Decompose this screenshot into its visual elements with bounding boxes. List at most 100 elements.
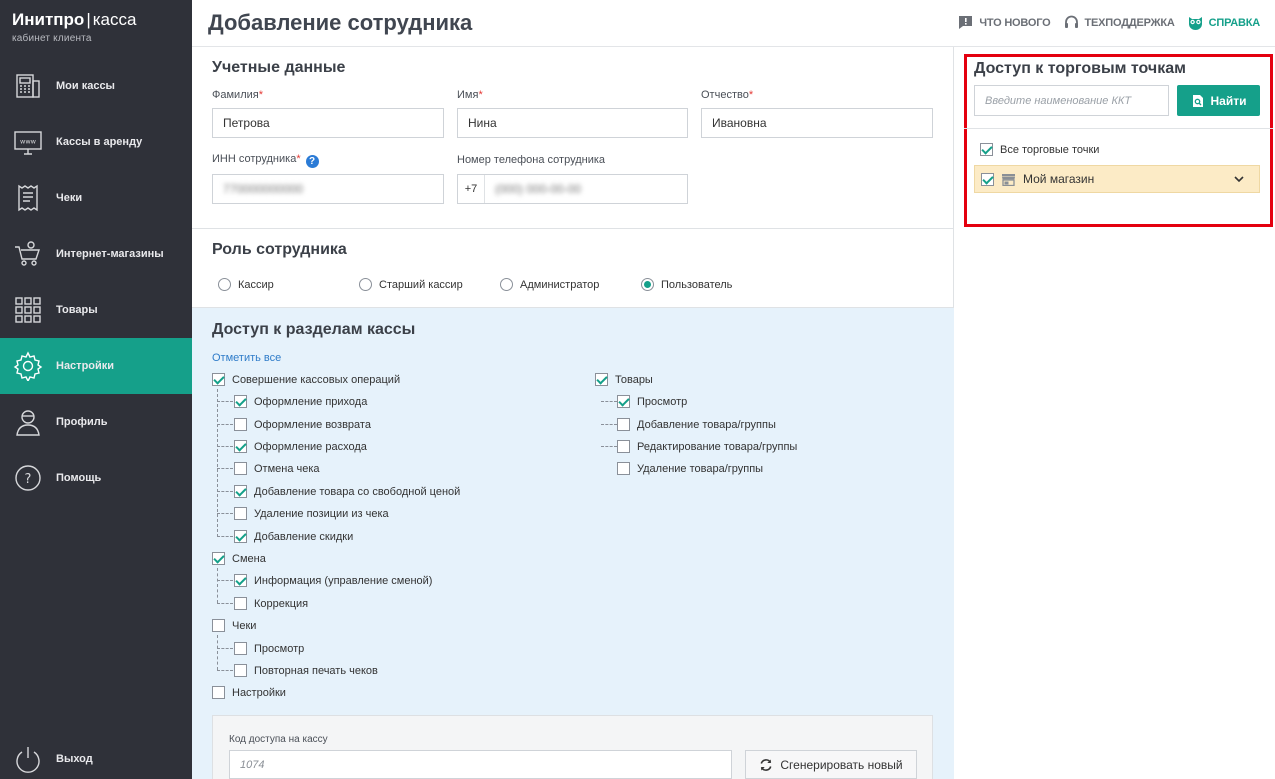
sidebar-item-label: Чеки [56, 192, 83, 204]
brand-separator: | [86, 10, 91, 29]
perm-receipts-reprint[interactable]: Повторная печать чеков [234, 664, 378, 677]
role-option-cashier[interactable]: Кассир [218, 278, 359, 291]
sidebar-item-profile[interactable]: Профиль [0, 394, 192, 450]
perm-correction[interactable]: Коррекция [234, 597, 308, 610]
sidebar-item-help[interactable]: ? Помощь [0, 450, 192, 506]
checkbox[interactable] [234, 530, 247, 543]
checkbox[interactable] [234, 462, 247, 475]
chevron-down-icon[interactable] [1233, 173, 1245, 185]
header-links: ЧТО НОВОГО ТЕХПОДДЕРЖКА СПРАВКА [957, 14, 1260, 31]
checkbox[interactable] [234, 597, 247, 610]
radio-circle[interactable] [359, 278, 372, 291]
radio-circle[interactable] [500, 278, 513, 291]
headset-icon [1064, 15, 1078, 28]
mark-all-link[interactable]: Отметить все [212, 352, 281, 364]
phone-field[interactable]: +7 (000) 000-00-00 [457, 174, 688, 204]
all-outlets-option[interactable]: Все торговые точки [980, 143, 1099, 156]
perm-products-add[interactable]: Добавление товара/группы [617, 418, 776, 431]
support-link[interactable]: ТЕХПОДДЕРЖКА [1063, 14, 1175, 31]
role-radio-group: Кассир Старший кассир Администратор Поль… [218, 278, 732, 291]
perm-expense[interactable]: Оформление расхода [234, 440, 367, 453]
sidebar-item-label: Товары [56, 304, 98, 316]
generate-code-button[interactable]: Сгенерировать новый [745, 750, 917, 779]
patronymic-field[interactable]: Ивановна [701, 108, 933, 138]
outlets-title: Доступ к торговым точкам [974, 60, 1186, 77]
inn-field[interactable]: 770000000000 [212, 174, 444, 204]
access-title: Доступ к разделам кассы [212, 321, 416, 338]
checkbox[interactable] [617, 395, 630, 408]
perm-settings[interactable]: Настройки [212, 686, 286, 699]
inn-help-icon[interactable]: ? [305, 155, 319, 168]
svg-text:?: ? [25, 472, 32, 487]
role-option-senior-cashier[interactable]: Старший кассир [359, 278, 500, 291]
checkbox[interactable] [234, 395, 247, 408]
perm-cash-operations[interactable]: Совершение кассовых операций [212, 373, 400, 386]
perm-remove-position[interactable]: Удаление позиции из чека [234, 507, 389, 520]
sidebar-item-logout[interactable]: Выход [0, 731, 192, 779]
brand-name: Инитпро [12, 10, 85, 29]
brand-product: касса [92, 10, 137, 29]
perm-products-delete[interactable]: Удаление товара/группы [617, 462, 763, 475]
perm-cancel-receipt[interactable]: Отмена чека [234, 462, 320, 475]
checkbox[interactable] [212, 373, 225, 386]
phone-value: (000) 000-00-00 [495, 182, 582, 196]
sidebar-item-settings[interactable]: Настройки [0, 338, 192, 394]
role-option-user[interactable]: Пользователь [641, 278, 732, 291]
user-icon [0, 407, 56, 437]
checkbox[interactable] [234, 507, 247, 520]
sidebar-item-receipts[interactable]: Чеки [0, 170, 192, 226]
perm-income[interactable]: Оформление прихода [234, 395, 367, 408]
sidebar-item-label: Мои кассы [56, 80, 115, 92]
checkbox[interactable] [981, 172, 994, 186]
perm-refund[interactable]: Оформление возврата [234, 418, 371, 431]
first-name-field[interactable]: Нина [457, 108, 688, 138]
sidebar-item-products[interactable]: Товары [0, 282, 192, 338]
search-doc-icon [1192, 94, 1203, 107]
find-button[interactable]: Найти [1177, 85, 1260, 116]
whats-new-label: ЧТО НОВОГО [979, 16, 1051, 29]
perm-free-price[interactable]: Добавление товара со свободной ценой [234, 485, 460, 498]
generate-code-label: Сгенерировать новый [780, 757, 903, 772]
checkbox[interactable] [980, 143, 993, 156]
brand-logo[interactable]: Инитпро | касса кабинет клиента [12, 10, 136, 44]
sidebar-item-online-stores[interactable]: Интернет-магазины [0, 226, 192, 282]
role-option-admin[interactable]: Администратор [500, 278, 641, 291]
perm-products-edit[interactable]: Редактирование товара/группы [617, 440, 797, 453]
phone-prefix: +7 [458, 175, 485, 203]
checkbox[interactable] [595, 373, 608, 386]
checkbox[interactable] [212, 619, 225, 632]
checkbox[interactable] [212, 552, 225, 565]
perm-shift[interactable]: Смена [212, 552, 266, 565]
checkbox[interactable] [234, 485, 247, 498]
cash-register-icon [0, 71, 56, 101]
perm-receipts[interactable]: Чеки [212, 619, 256, 632]
checkbox[interactable] [617, 462, 630, 475]
find-label: Найти [1210, 93, 1247, 108]
checkbox[interactable] [234, 440, 247, 453]
last-name-field[interactable]: Петрова [212, 108, 444, 138]
checkbox[interactable] [234, 664, 247, 677]
www-monitor-icon: www [0, 127, 56, 157]
checkbox[interactable] [234, 574, 247, 587]
perm-receipts-view[interactable]: Просмотр [234, 642, 304, 655]
sidebar-item-rent[interactable]: www Кассы в аренду [0, 114, 192, 170]
checkbox[interactable] [234, 642, 247, 655]
outlet-item-my-shop[interactable]: Мой магазин [974, 165, 1260, 193]
access-code-input[interactable]: 1074 [229, 750, 732, 779]
help-link[interactable]: СПРАВКА [1187, 14, 1260, 31]
sidebar-item-my-cashboxes[interactable]: Мои кассы [0, 58, 192, 114]
checkbox[interactable] [617, 418, 630, 431]
online-cart-icon [0, 239, 56, 269]
radio-circle[interactable] [218, 278, 231, 291]
whats-new-link[interactable]: ЧТО НОВОГО [957, 14, 1051, 31]
checkbox[interactable] [617, 440, 630, 453]
refresh-icon [760, 758, 772, 771]
checkbox[interactable] [212, 686, 225, 699]
perm-products[interactable]: Товары [595, 373, 653, 386]
outlet-search-input[interactable]: Введите наименование ККТ [974, 85, 1169, 116]
perm-shift-info[interactable]: Информация (управление сменой) [234, 574, 432, 587]
perm-discount[interactable]: Добавление скидки [234, 530, 353, 543]
perm-products-view[interactable]: Просмотр [617, 395, 687, 408]
checkbox[interactable] [234, 418, 247, 431]
radio-circle-selected[interactable] [641, 278, 654, 291]
